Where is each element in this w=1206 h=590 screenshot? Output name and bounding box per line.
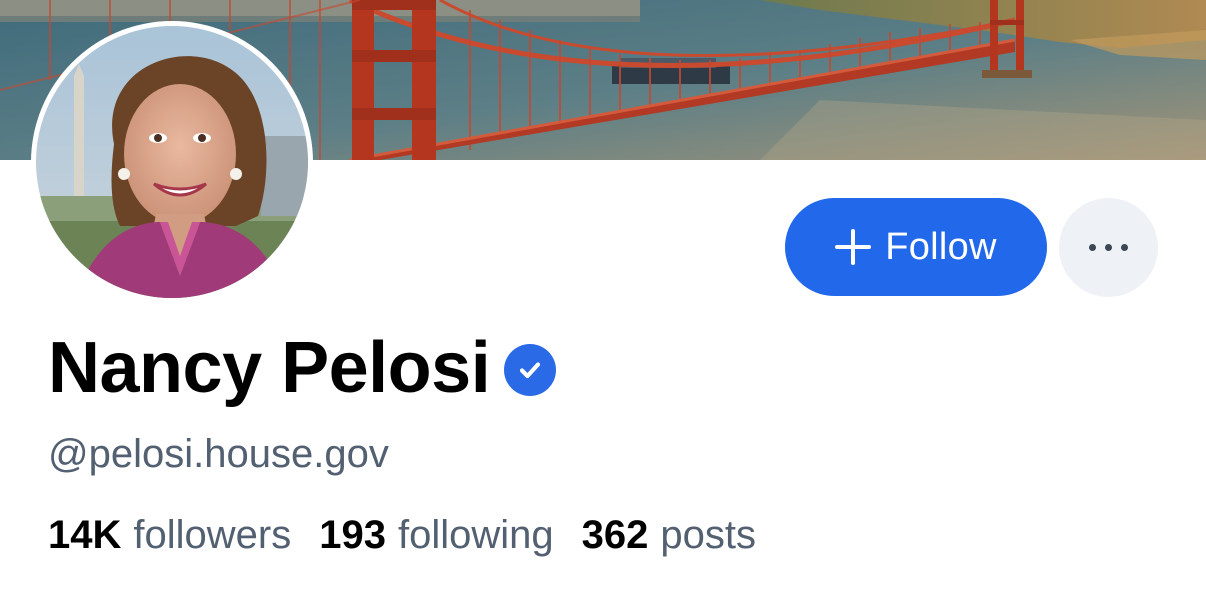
more-options-button[interactable] [1059,198,1158,297]
followers-count: 14K [48,513,122,557]
follow-button-label: Follow [885,225,997,268]
posts-label: posts [660,513,756,557]
profile-handle: @pelosi.house.gov [48,432,389,476]
plus-icon [835,229,872,265]
followers-label: followers [133,513,292,557]
verified-check-icon[interactable] [504,344,557,396]
followers-stat[interactable]: 14K followers [48,508,291,562]
ellipsis-icon [1089,244,1128,251]
posts-stat[interactable]: 362 posts [582,508,756,562]
following-count: 193 [319,513,386,557]
name-row: Nancy Pelosi [48,328,557,408]
profile-stats: 14K followers 193 following 362 posts [48,508,756,562]
portrait-photo [36,26,308,298]
display-name: Nancy Pelosi [48,328,491,408]
following-label: following [397,513,554,557]
follow-button[interactable]: Follow [785,198,1047,296]
following-stat[interactable]: 193 following [319,508,553,562]
posts-count: 362 [581,513,649,557]
avatar[interactable] [31,21,313,303]
